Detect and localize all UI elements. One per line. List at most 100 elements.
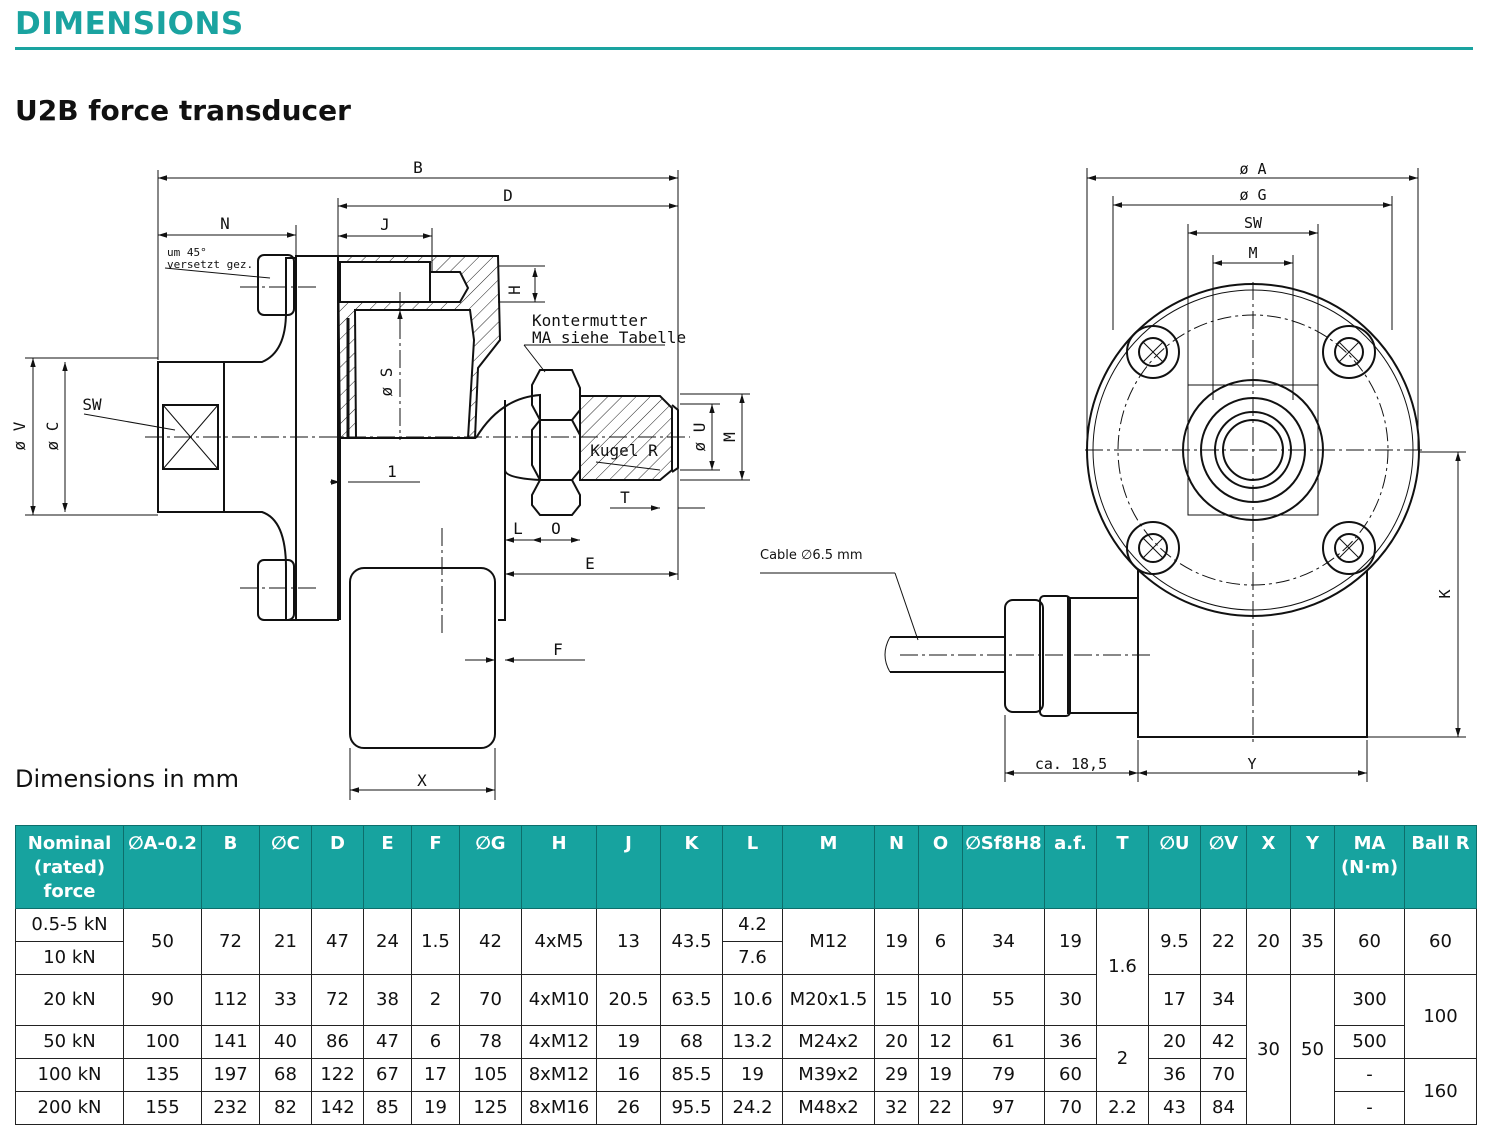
dim-x-label: X bbox=[417, 771, 427, 790]
cell-u: 17 bbox=[1148, 974, 1201, 1026]
cell-j: 16 bbox=[596, 1058, 661, 1092]
cell-d: 47 bbox=[311, 908, 364, 975]
cell-t: 2 bbox=[1096, 1025, 1149, 1092]
cell-af: 30 bbox=[1044, 974, 1097, 1026]
dim-y-label: Y bbox=[1247, 755, 1256, 773]
cell-t: 1.6 bbox=[1096, 908, 1149, 1026]
cell-x: 20 bbox=[1246, 908, 1291, 975]
cell-b: 197 bbox=[201, 1058, 260, 1092]
cell-d: 142 bbox=[311, 1091, 364, 1125]
dimensions-table: Nominal (rated) force ∅A-0.2 B ∅C D E F … bbox=[15, 825, 1477, 1125]
cell-h: 4xM12 bbox=[521, 1025, 597, 1059]
cell-h: 4xM10 bbox=[521, 974, 597, 1026]
cell-u: 20 bbox=[1148, 1025, 1201, 1059]
cell-force: 100 kN bbox=[15, 1058, 124, 1092]
cell-s: 34 bbox=[962, 908, 1045, 975]
cell-k: 43.5 bbox=[660, 908, 723, 975]
col-header-af: a.f. bbox=[1044, 825, 1097, 909]
col-header-ball-r: Ball R bbox=[1404, 825, 1477, 909]
col-header-a: ∅A-0.2 bbox=[123, 825, 202, 909]
cell-n: 15 bbox=[874, 974, 919, 1026]
col-header-d: D bbox=[311, 825, 364, 909]
cell-g: 42 bbox=[459, 908, 522, 975]
cell-g: 125 bbox=[459, 1091, 522, 1125]
cell-force: 200 kN bbox=[15, 1091, 124, 1125]
cell-ma: 60 bbox=[1334, 908, 1405, 975]
dim-j-label: J bbox=[380, 215, 390, 234]
cell-ma: - bbox=[1334, 1058, 1405, 1092]
cell-n: 29 bbox=[874, 1058, 919, 1092]
dim-k-label: K bbox=[1436, 589, 1454, 598]
cell-n: 32 bbox=[874, 1091, 919, 1125]
cell-g: 78 bbox=[459, 1025, 522, 1059]
cell-c: 82 bbox=[259, 1091, 312, 1125]
cell-a: 50 bbox=[123, 908, 202, 975]
cell-u: 43 bbox=[1148, 1091, 1201, 1125]
dim-l-label: L bbox=[513, 519, 523, 538]
cell-v: 22 bbox=[1200, 908, 1247, 975]
dim-c-label: ø C bbox=[43, 422, 62, 451]
cell-a: 90 bbox=[123, 974, 202, 1026]
cell-y: 35 bbox=[1290, 908, 1335, 975]
cell-force: 50 kN bbox=[15, 1025, 124, 1059]
cell-o: 6 bbox=[918, 908, 963, 975]
cell-d: 72 bbox=[311, 974, 364, 1026]
dim-b-label: B bbox=[413, 158, 423, 177]
cell-ball-r: 100 bbox=[1404, 974, 1477, 1059]
cell-e: 67 bbox=[363, 1058, 412, 1092]
ma-table-label: MA siehe Tabelle bbox=[532, 328, 686, 347]
col-header-u: ∅U bbox=[1148, 825, 1201, 909]
dim-ca-label: ca. 18,5 bbox=[1035, 755, 1107, 773]
cell-af: 19 bbox=[1044, 908, 1097, 975]
cell-b: 72 bbox=[201, 908, 260, 975]
cell-af: 70 bbox=[1044, 1091, 1097, 1125]
cell-m: M48x2 bbox=[782, 1091, 875, 1125]
cell-n: 20 bbox=[874, 1025, 919, 1059]
cell-j: 20.5 bbox=[596, 974, 661, 1026]
cell-e: 24 bbox=[363, 908, 412, 975]
cell-ma: 500 bbox=[1334, 1025, 1405, 1059]
cell-f: 19 bbox=[411, 1091, 460, 1125]
cell-b: 232 bbox=[201, 1091, 260, 1125]
cell-s: 55 bbox=[962, 974, 1045, 1026]
col-header-x: X bbox=[1246, 825, 1291, 909]
dim-h-label: H bbox=[505, 285, 524, 295]
dim-m-front-label: M bbox=[1248, 244, 1257, 262]
cell-force: 10 kN bbox=[15, 941, 124, 975]
cell-y: 50 bbox=[1290, 974, 1335, 1125]
table-header-row: Nominal (rated) force ∅A-0.2 B ∅C D E F … bbox=[15, 825, 1477, 909]
dim-sw-label: SW bbox=[82, 395, 102, 414]
cell-b: 141 bbox=[201, 1025, 260, 1059]
cell-a: 100 bbox=[123, 1025, 202, 1059]
cell-force: 20 kN bbox=[15, 974, 124, 1026]
note-versetzt: versetzt gez. bbox=[167, 258, 253, 271]
cell-e: 85 bbox=[363, 1091, 412, 1125]
cell-t: 2.2 bbox=[1096, 1091, 1149, 1125]
cell-l: 13.2 bbox=[722, 1025, 783, 1059]
col-header-t: T bbox=[1096, 825, 1149, 909]
cell-k: 63.5 bbox=[660, 974, 723, 1026]
cell-j: 26 bbox=[596, 1091, 661, 1125]
cell-h: 8xM12 bbox=[521, 1058, 597, 1092]
cell-d: 86 bbox=[311, 1025, 364, 1059]
cell-a: 155 bbox=[123, 1091, 202, 1125]
cell-g: 70 bbox=[459, 974, 522, 1026]
cell-j: 13 bbox=[596, 908, 661, 975]
cell-m: M12 bbox=[782, 908, 875, 975]
col-header-c: ∅C bbox=[259, 825, 312, 909]
cell-ma: 300 bbox=[1334, 974, 1405, 1026]
cell-u: 36 bbox=[1148, 1058, 1201, 1092]
col-header-o: O bbox=[918, 825, 963, 909]
table-row: 0.5-5 kN 50 72 21 47 24 1.5 42 4xM5 13 4… bbox=[15, 908, 1477, 1026]
cell-n: 19 bbox=[874, 908, 919, 975]
dim-m-label: M bbox=[720, 432, 739, 442]
cell-s: 79 bbox=[962, 1058, 1045, 1092]
dim-v-label: ø V bbox=[10, 421, 29, 450]
cell-m: M39x2 bbox=[782, 1058, 875, 1092]
cell-d: 122 bbox=[311, 1058, 364, 1092]
cell-e: 47 bbox=[363, 1025, 412, 1059]
cell-af: 36 bbox=[1044, 1025, 1097, 1059]
col-header-n: N bbox=[874, 825, 919, 909]
dim-1-label: 1 bbox=[387, 462, 397, 481]
dim-e-label: E bbox=[585, 554, 595, 573]
